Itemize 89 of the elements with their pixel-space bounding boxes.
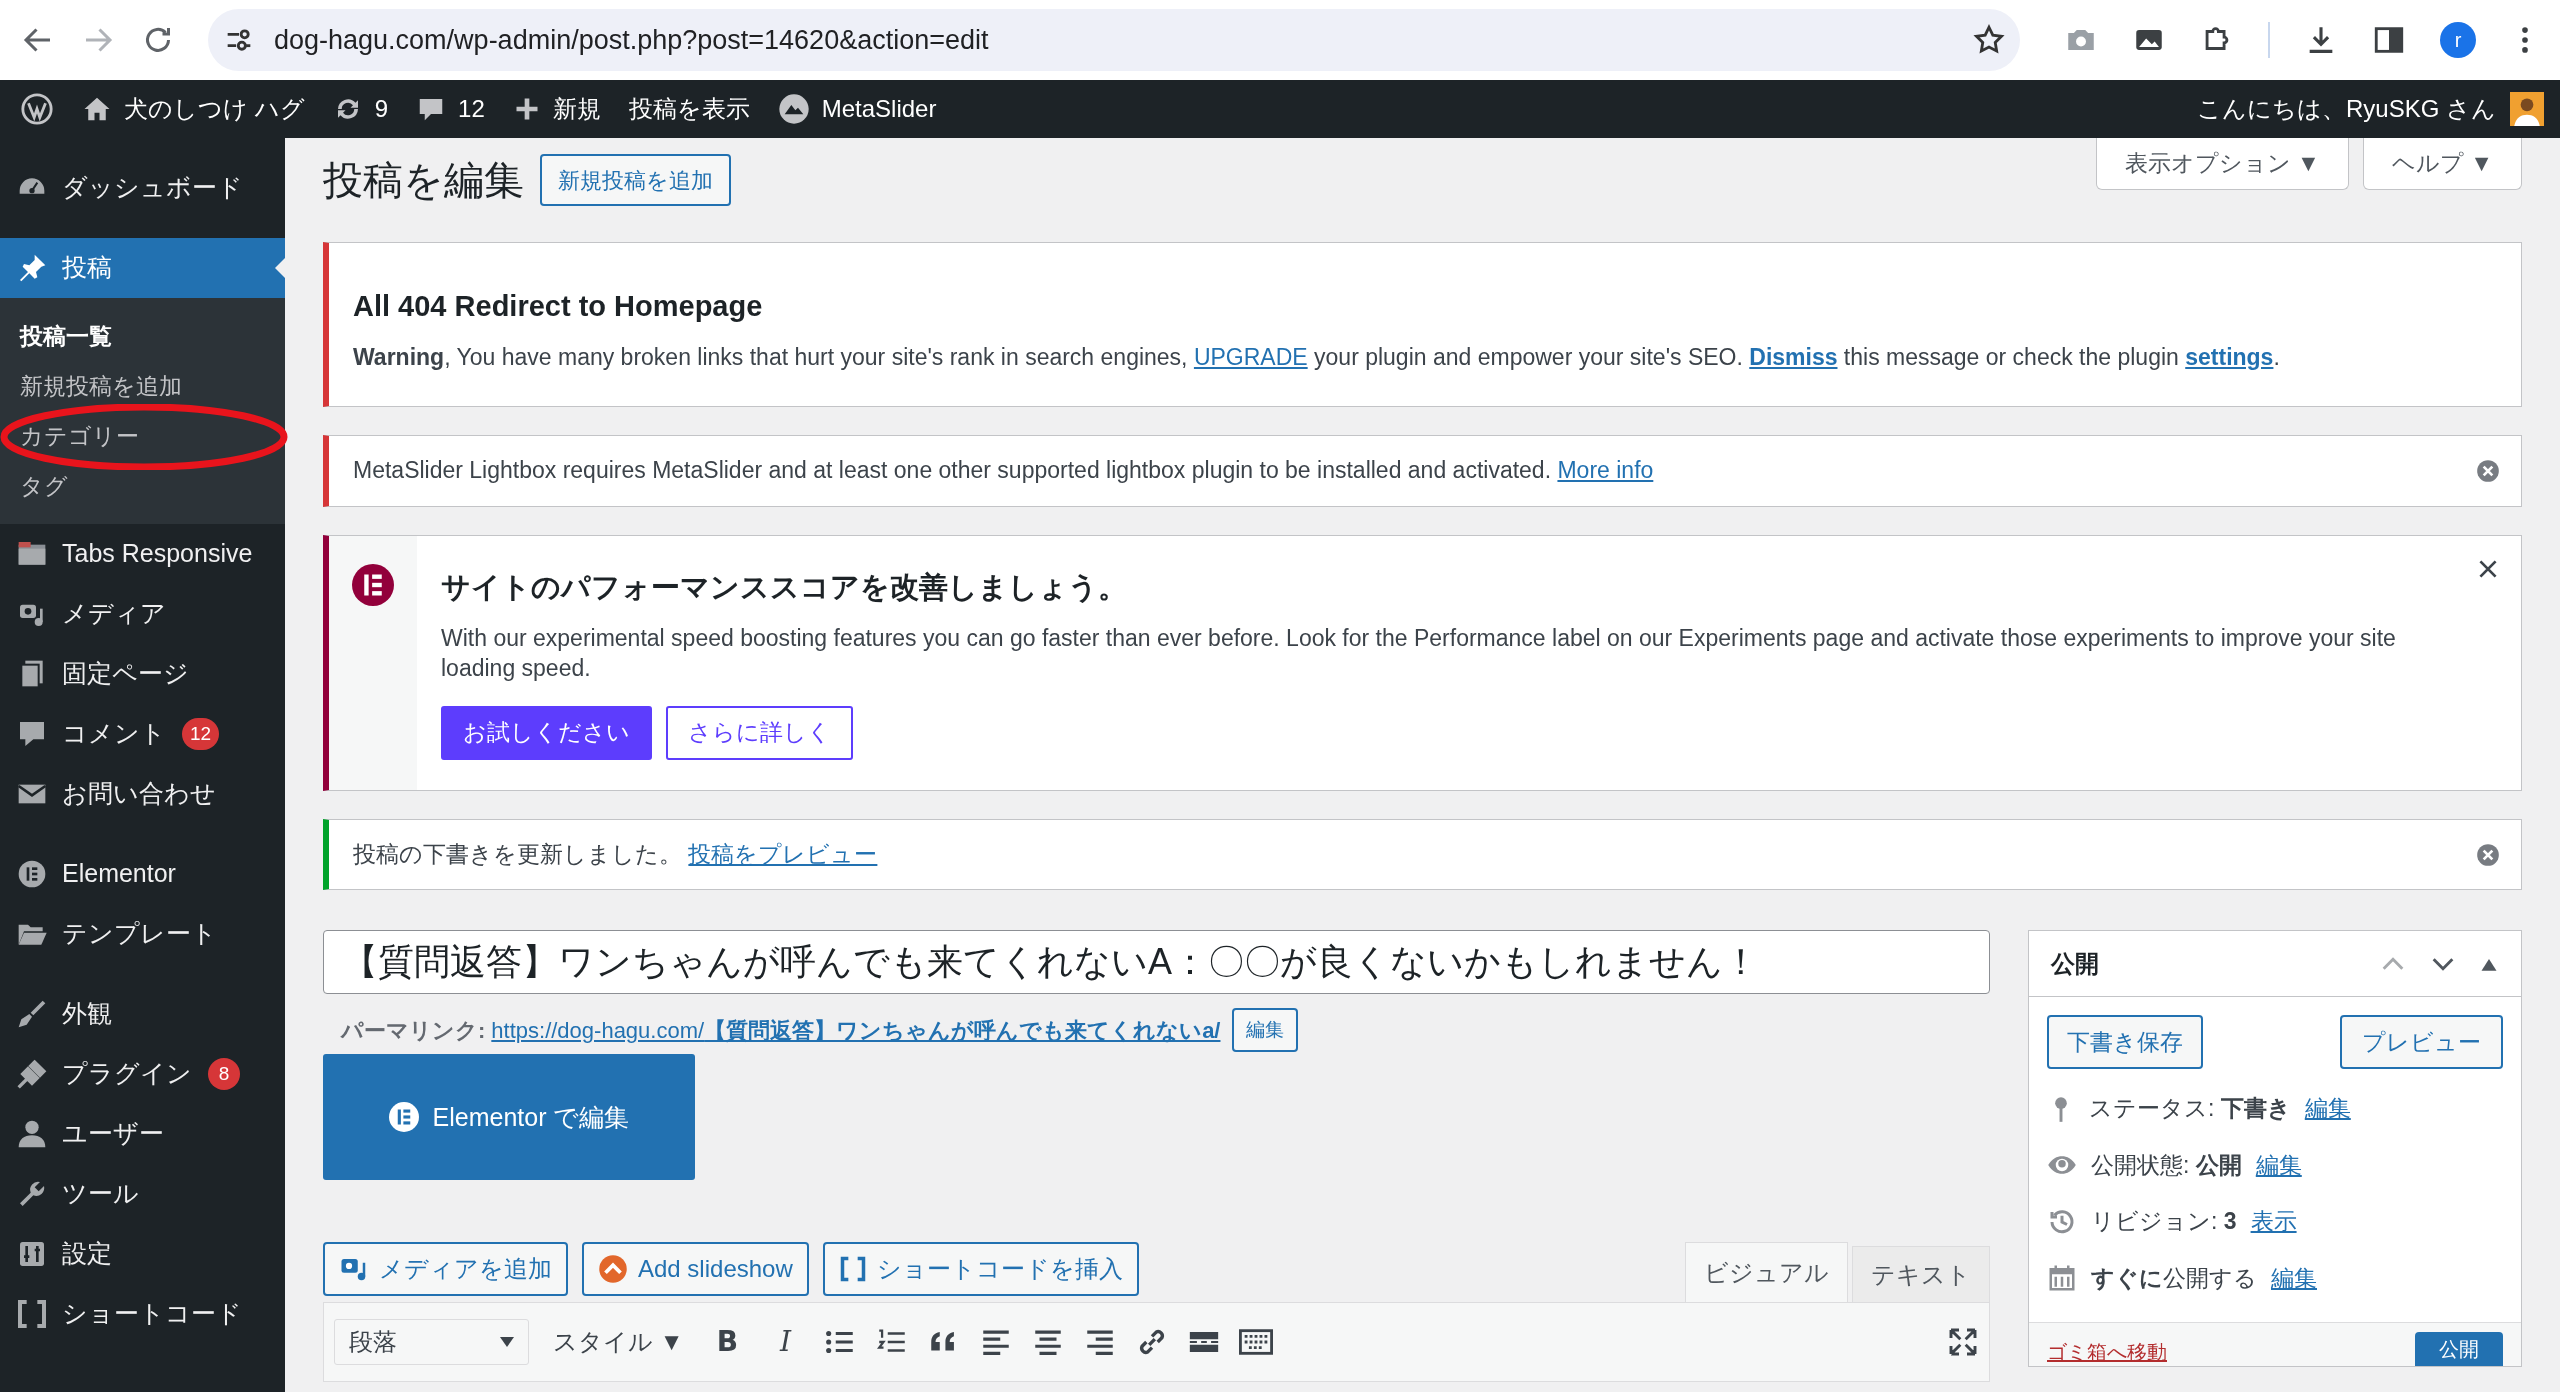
user-icon: [16, 1118, 48, 1150]
sidebar-menu-item[interactable]: メディア: [0, 584, 285, 644]
status-text: ステータス: 下書き: [2089, 1094, 2291, 1124]
editor-tab[interactable]: テキスト: [1852, 1246, 1990, 1303]
notice-link[interactable]: UPGRADE: [1193, 343, 1308, 370]
submenu-item[interactable]: タグ: [20, 471, 68, 501]
brackets-icon: [838, 1255, 867, 1284]
status-text: 公開状態: 公開: [2091, 1150, 2242, 1180]
edit-link[interactable]: 編集: [2271, 1260, 2317, 1296]
notice-link[interactable]: settings: [2185, 343, 2274, 370]
bold-button[interactable]: B: [707, 1321, 748, 1364]
sidebar-menu-item[interactable]: Elementor: [0, 844, 285, 904]
save-draft-button[interactable]: 下書き保存: [2047, 1015, 2203, 1070]
elementor-logo-icon: [16, 858, 48, 890]
submenu-item[interactable]: 新規投稿を追加: [20, 371, 182, 401]
sidebar-menu-item[interactable]: ユーザー: [0, 1104, 285, 1164]
sidebar-menu-item[interactable]: プラグイン 8: [0, 1044, 285, 1104]
try-it-button[interactable]: お試しください: [441, 705, 652, 760]
star-icon[interactable]: [1972, 23, 2006, 57]
sidebar-menu-item[interactable]: 固定ページ: [0, 644, 285, 704]
menu-pointer-icon: [275, 258, 285, 278]
notice-link[interactable]: 投稿をプレビュー: [688, 840, 878, 867]
edit-permalink-button[interactable]: 編集: [1232, 1008, 1299, 1053]
screen-tab-button[interactable]: 表示オプション ▼: [2095, 138, 2349, 190]
address-bar[interactable]: dog-hagu.com/wp-admin/post.php?post=14620&action=edit: [208, 9, 2020, 71]
learn-more-button[interactable]: さらに詳しく: [666, 705, 853, 760]
media-toolbar-button[interactable]: ショートコードを挿入: [822, 1242, 1139, 1297]
slideshow-logo-icon: [598, 1254, 628, 1285]
paintbrush-icon: [16, 998, 48, 1030]
add-new-post-button[interactable]: 新規投稿を追加: [540, 154, 731, 206]
dismiss-icon[interactable]: [2475, 841, 2501, 868]
permalink-label: パーマリンク:: [341, 1016, 486, 1045]
edit-link[interactable]: 編集: [2304, 1091, 2351, 1126]
elementor-logo-icon: [388, 1102, 419, 1133]
notice-link[interactable]: More info: [1557, 457, 1654, 484]
wordpress-logo-icon: [20, 92, 54, 126]
metaslider-link[interactable]: MetaSlider: [763, 80, 951, 138]
edit-link[interactable]: 編集: [2255, 1147, 2302, 1183]
brackets-icon: [16, 1298, 48, 1330]
permalink-link[interactable]: https://dog-hagu.com/【質問返答】ワンちゃんが呼んでも来てくれないa/: [491, 1013, 1221, 1047]
panel-title: 公開: [2051, 948, 2100, 979]
count-badge: 12: [182, 718, 220, 750]
sidebar-menu-item[interactable]: ツール: [0, 1164, 285, 1224]
submenu-item[interactable]: 投稿一覧: [20, 321, 112, 351]
count-badge: 8: [208, 1058, 240, 1090]
elementor-logo-icon: [352, 564, 394, 607]
sidebar-menu-item[interactable]: ショートコード: [0, 1284, 285, 1344]
updates-link[interactable]: 9: [318, 80, 403, 138]
dismiss-icon[interactable]: [2475, 458, 2501, 485]
publish-button[interactable]: 公開: [2415, 1332, 2503, 1367]
sidebar-menu-item[interactable]: 投稿: [0, 238, 285, 298]
account-greeting[interactable]: こんにちは、RyuSKG さん: [2182, 91, 2510, 127]
trash-link[interactable]: ゴミ箱へ移動: [2047, 1340, 2167, 1365]
notice-link[interactable]: Dismiss: [1749, 343, 1838, 370]
notice-text: Warning, You have many broken links that hurt your site's rank in search engines, UPGRADE your plugin and empower your site's SEO. Dismiss this message or check the plugin settings.: [353, 342, 2281, 372]
screen-tab-button[interactable]: ヘルプ ▼: [2362, 138, 2522, 190]
sidebar-menu-item[interactable]: 外観: [0, 984, 285, 1044]
new-content-link[interactable]: 新規: [498, 80, 615, 138]
status-text: リビジョン: 3: [2091, 1207, 2237, 1237]
sidebar-menu-item[interactable]: コメント 12: [0, 704, 285, 764]
comments-link[interactable]: 12: [402, 80, 499, 138]
notice-title: All 404 Redirect to Homepage: [353, 289, 764, 324]
avatar[interactable]: [2510, 92, 2544, 126]
edit-with-elementor-button[interactable]: Elementor で編集: [323, 1054, 695, 1181]
italic-button[interactable]: I: [765, 1321, 806, 1364]
submenu-item[interactable]: カテゴリー: [20, 421, 139, 451]
preview-button[interactable]: プレビュー: [2340, 1015, 2503, 1070]
paragraph-format-select[interactable]: 段落: [334, 1319, 529, 1366]
plug-icon: [16, 1058, 48, 1090]
media-toolbar-button[interactable]: Add slideshow: [582, 1242, 809, 1297]
editor-tab[interactable]: ビジュアル: [1685, 1242, 1848, 1303]
calendar-icon: [2047, 1263, 2077, 1294]
view-post-link[interactable]: 投稿を表示: [614, 80, 764, 138]
notice-text: With our experimental speed boosting features you can go faster than ever before. Look for the Performance label on our Experiments page and activate those experiments to improve your site loading speed.: [441, 623, 2397, 683]
status-text: すぐに公開する: [2091, 1263, 2257, 1293]
notice-title: サイトのパフォーマンススコアを改善しましょう。: [441, 570, 1128, 606]
site-name-link[interactable]: 犬のしつけ ハグ: [68, 80, 319, 138]
url-text: dog-hagu.com/wp-admin/post.php?post=14620&action=edit: [274, 23, 989, 57]
sidebar-menu-item[interactable]: Tabs Responsive: [0, 524, 285, 584]
profile-avatar[interactable]: r: [2440, 22, 2476, 58]
styles-dropdown[interactable]: スタイル ▼: [547, 1324, 690, 1361]
sidebar-menu-item[interactable]: テンプレート: [0, 904, 285, 964]
post-title-field[interactable]: 【質問返答】ワンちゃんが呼んでも来てくれないA：〇〇が良くないかもしれません！: [323, 930, 1990, 995]
media-toolbar-button[interactable]: メディアを追加: [323, 1242, 568, 1297]
sidebar-menu-item[interactable]: お問い合わせ: [0, 764, 285, 824]
edit-link[interactable]: 表示: [2250, 1204, 2297, 1239]
page-heading: 投稿を編集: [323, 157, 524, 204]
sidebar-menu-item[interactable]: 設定: [0, 1224, 285, 1284]
sidebar-menu-item[interactable]: ダッシュボード: [0, 158, 285, 218]
